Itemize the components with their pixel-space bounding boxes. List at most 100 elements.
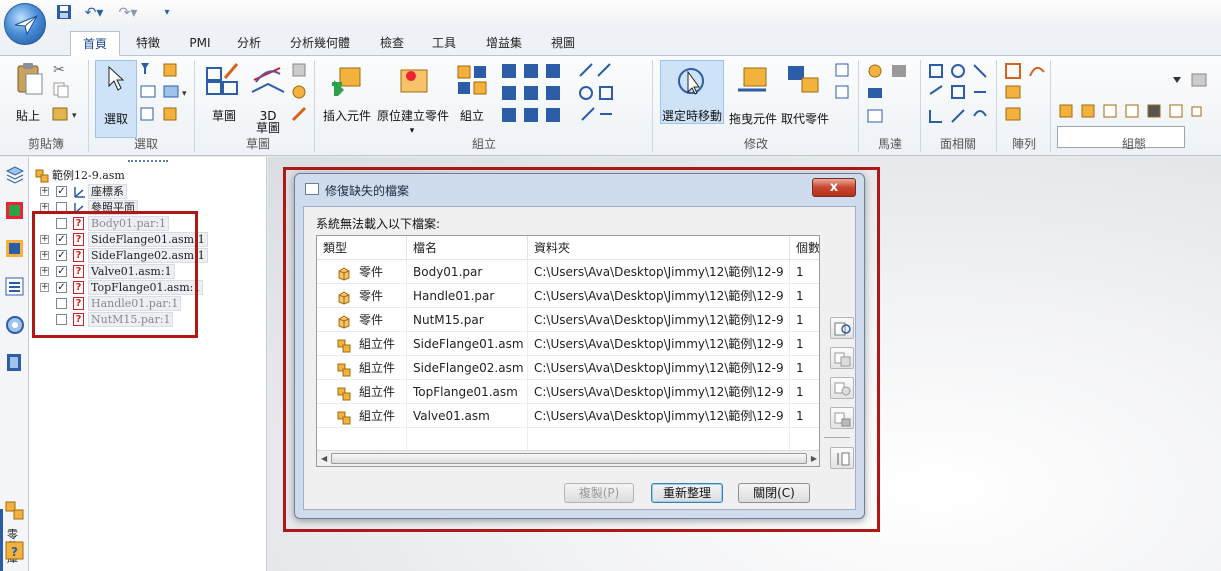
scroll-right-icon[interactable]: ▶ [811, 454, 817, 463]
close-button[interactable]: 關閉(C) [738, 483, 810, 503]
application-button[interactable] [4, 3, 46, 45]
replace-component-icon[interactable] [786, 64, 822, 99]
type-cell: 零件 [317, 284, 407, 308]
modify-tools-icon[interactable] [834, 62, 852, 105]
select-tools-icon[interactable]: ▾ [140, 84, 190, 103]
part-icon [337, 265, 351, 284]
column-header-folder[interactable]: 資料夾 [528, 236, 790, 260]
save-icon[interactable] [55, 4, 73, 22]
table-row[interactable]: 零件 Body01.par C:\Users\Ava\Desktop\Jimmy\1… [317, 260, 819, 284]
create-in-place-dropdown[interactable]: ▾ [405, 124, 419, 138]
group-clipboard-label: 剪貼簿 [27, 137, 64, 151]
sketch-3d-label-line2[interactable]: 草圖 [248, 121, 288, 135]
copy-icon[interactable] [53, 82, 69, 101]
table-row[interactable]: 組立件 TopFlange01.asm C:\Users\Ava\Desktop\J… [317, 380, 819, 404]
copy-button[interactable]: 複製(P) [564, 483, 634, 503]
drag-component-label[interactable]: 拖曳元件 [726, 112, 780, 126]
paste-icon[interactable] [15, 62, 45, 99]
reorder-icon[interactable] [830, 447, 854, 469]
tab-analyze[interactable]: 分析 [229, 31, 269, 56]
insert-component-icon[interactable] [330, 64, 364, 100]
type-cell: 組立件 [317, 356, 407, 380]
paste-special-icon[interactable]: ▾ [52, 106, 82, 125]
tab-home[interactable]: 首頁 [70, 31, 120, 56]
layers-icon[interactable] [5, 165, 25, 184]
scroll-left-icon[interactable]: ◀ [321, 454, 327, 463]
skip-file-icon[interactable] [830, 377, 854, 399]
layers-list-icon[interactable] [5, 277, 24, 296]
create-in-place-label[interactable]: 原位建立零件 [375, 109, 451, 123]
select-filter-icon[interactable] [140, 62, 180, 81]
parts-library-icon[interactable] [5, 353, 24, 372]
tab-addins[interactable]: 增益集 [478, 31, 530, 56]
refresh-button[interactable]: 重新整理 [651, 483, 723, 503]
tree-root-label: 範例12-9.asm [52, 169, 125, 182]
svg-text:?: ? [11, 545, 18, 559]
create-in-place-icon[interactable] [397, 64, 431, 99]
table-row[interactable]: 零件 NutM15.par C:\Users\Ava\Desktop\Jimmy\1… [317, 308, 819, 332]
configuration-tools-icon[interactable] [1058, 103, 1208, 122]
settings-icon[interactable] [5, 315, 24, 334]
replace-file-icon[interactable] [830, 347, 854, 369]
sketch-tools-icon[interactable] [291, 62, 309, 129]
relationship-tools-icon[interactable] [500, 62, 624, 133]
browse-icon[interactable] [830, 317, 854, 339]
left-tab-bar: 零件庫 ? [0, 157, 29, 571]
drag-component-icon[interactable] [736, 64, 770, 99]
name-cell: SideFlange01.asm [407, 332, 528, 356]
scrollbar-thumb[interactable] [331, 453, 807, 464]
group-sketch-label: 草圖 [245, 137, 270, 151]
select-box-icon[interactable] [140, 106, 180, 125]
table-row[interactable]: 組立件 SideFlange02.asm C:\Users\Ava\Desktop\… [317, 356, 819, 380]
expand-icon[interactable]: + [40, 187, 49, 196]
dialog-message: 系統無法載入以下檔案: [316, 217, 441, 231]
paste-button-label[interactable]: 貼上 [10, 109, 46, 123]
face-relate-icons[interactable] [928, 62, 992, 133]
motor-icon[interactable] [866, 62, 914, 133]
type-cell: 組立件 [317, 404, 407, 428]
search-file-icon[interactable] [830, 407, 854, 429]
replace-component-label[interactable]: 取代零件 [778, 112, 832, 126]
column-header-filename[interactable]: 檔名 [407, 236, 528, 260]
table-row[interactable]: 零件 Handle01.par C:\Users\Ava\Desktop\Jimmy… [317, 284, 819, 308]
assembly-tree-icon[interactable] [5, 501, 24, 520]
undo-icon[interactable]: ↶▾ [82, 4, 106, 22]
tree-item[interactable]: + ✓ 座標系 [38, 184, 188, 200]
count-cell: 1 [790, 332, 819, 356]
sketch-3d-icon[interactable] [250, 62, 286, 99]
visibility-checkbox[interactable]: ✓ [56, 186, 67, 197]
assemble-button-label[interactable]: 組立 [452, 109, 492, 123]
pane-resize-grip[interactable] [128, 160, 168, 162]
column-header-count[interactable]: 個數 [790, 236, 819, 260]
tab-features[interactable]: 特徵 [128, 31, 168, 56]
horizontal-scrollbar[interactable]: ◀ ▶ [317, 450, 819, 466]
tab-tools[interactable]: 工具 [424, 31, 464, 56]
sketch-icon[interactable] [205, 62, 241, 99]
type-label: 組立件 [359, 385, 396, 399]
tab-pmi[interactable]: PMI [180, 31, 220, 56]
features-icon[interactable] [5, 201, 24, 220]
tab-view[interactable]: 視圖 [543, 31, 583, 56]
missing-files-list[interactable]: 類型 檔名 資料夾 個數 零件 Body01.par C:\Users\Ava\De… [316, 235, 820, 467]
appearance-icon[interactable] [5, 239, 24, 258]
help-icon[interactable]: ? [5, 541, 24, 560]
tab-analyze-geometry[interactable]: 分析幾何體 [284, 31, 356, 56]
tab-inspect[interactable]: 檢查 [372, 31, 412, 56]
tree-root[interactable]: 範例12-9.asm [35, 168, 135, 184]
assembly-icon [337, 337, 351, 356]
customize-icon[interactable]: ▾ [160, 4, 174, 22]
assemble-icon[interactable] [456, 64, 488, 99]
configuration-save-icon[interactable] [1190, 70, 1210, 93]
close-icon[interactable]: x [812, 178, 856, 197]
folder-cell: C:\Users\Ava\Desktop\Jimmy\12\範例\12-9 [528, 308, 790, 332]
insert-component-label[interactable]: 插入元件 [320, 109, 374, 123]
combo-arrow-icon[interactable] [1172, 73, 1182, 87]
type-cell: 組立件 [317, 332, 407, 356]
pattern-icons[interactable] [1004, 62, 1048, 133]
column-header-type[interactable]: 類型 [317, 236, 407, 260]
sketch-button-label[interactable]: 草圖 [204, 109, 244, 123]
cut-icon[interactable]: ✂ [53, 62, 65, 78]
table-row[interactable]: 組立件 SideFlange01.asm C:\Users\Ava\Desktop\… [317, 332, 819, 356]
redo-icon[interactable]: ↷▾ [116, 4, 140, 22]
table-row[interactable]: 組立件 Valve01.asm C:\Users\Ava\Desktop\Jimmy… [317, 404, 819, 428]
